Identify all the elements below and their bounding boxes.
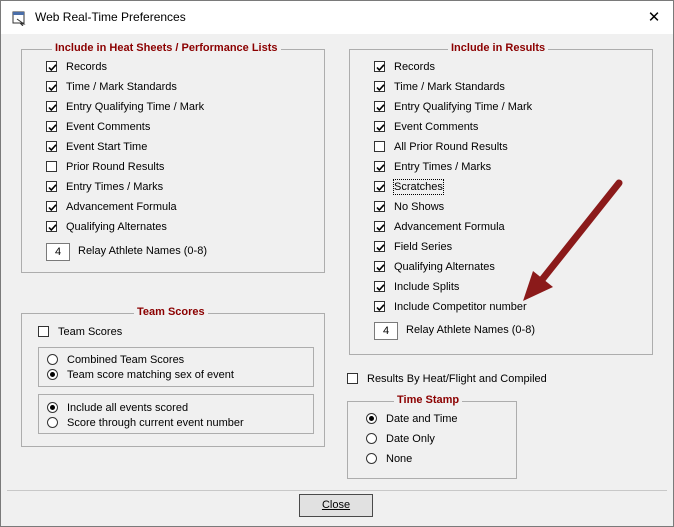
close-icon[interactable]: ✕ [641, 8, 667, 28]
results-box-10[interactable] [374, 261, 385, 272]
radio-combined[interactable] [47, 354, 58, 365]
heat-relay-label: Relay Athlete Names (0-8) [78, 245, 207, 257]
heat-sheets-group: Include in Heat Sheets / Performance Lis… [21, 42, 325, 273]
heat-box-3[interactable] [46, 121, 57, 132]
heat-box-5[interactable] [46, 161, 57, 172]
footer-divider [7, 490, 667, 491]
results-label-1: Time / Mark Standards [394, 81, 505, 93]
results-relay-label: Relay Athlete Names (0-8) [406, 324, 535, 336]
heat-label-5: Prior Round Results [66, 161, 165, 173]
results-label-7: No Shows [394, 201, 445, 213]
radio-all-events[interactable] [47, 402, 58, 413]
heat-label-7: Advancement Formula [66, 201, 177, 213]
results-box-5[interactable] [374, 161, 385, 172]
results-box-4[interactable] [374, 141, 385, 152]
results-by-heat-box[interactable] [347, 373, 358, 384]
heat-box-0[interactable] [46, 61, 57, 72]
heat-relay-input[interactable]: 4 [46, 243, 70, 261]
results-box-6[interactable] [374, 181, 385, 192]
results-box-2[interactable] [374, 101, 385, 112]
heat-label-1: Time / Mark Standards [66, 81, 177, 93]
results-label-9: Field Series [394, 241, 453, 253]
heat-box-1[interactable] [46, 81, 57, 92]
results-box-9[interactable] [374, 241, 385, 252]
heat-box-6[interactable] [46, 181, 57, 192]
team-scores-box[interactable] [38, 326, 49, 337]
heat-box-4[interactable] [46, 141, 57, 152]
radio-none-button[interactable] [366, 453, 377, 464]
results-label-10: Qualifying Alternates [394, 261, 495, 273]
radio-through-current[interactable] [47, 417, 58, 428]
title-bar[interactable]: Web Real-Time Preferences ✕ [1, 1, 673, 34]
window-title: Web Real-Time Preferences [35, 10, 186, 24]
heat-box-7[interactable] [46, 201, 57, 212]
team-score-scope-group: Include all events scored Score through … [38, 394, 314, 434]
results-box-8[interactable] [374, 221, 385, 232]
time-stamp-title: Time Stamp [394, 394, 463, 406]
results-label-12: Include Competitor number [394, 301, 527, 313]
heat-label-2: Entry Qualifying Time / Mark [66, 101, 205, 113]
team-score-type-group: Combined Team Scores Team score matching… [38, 347, 314, 387]
time-stamp-group: Time Stamp Date and Time Date Only None [347, 394, 517, 479]
results-box-1[interactable] [374, 81, 385, 92]
results-title: Include in Results [448, 42, 549, 54]
results-box-3[interactable] [374, 121, 385, 132]
results-label-11: Include Splits [394, 281, 460, 293]
team-scores-group: Team Scores Team Scores Combined Team Sc… [21, 306, 325, 447]
heat-label-6: Entry Times / Marks [66, 181, 164, 193]
radio-date[interactable] [366, 433, 377, 444]
heat-sheets-title: Include in Heat Sheets / Performance Lis… [52, 42, 281, 54]
close-button[interactable]: Close [299, 494, 373, 517]
results-label-8: Advancement Formula [394, 221, 505, 233]
results-label-0: Records [394, 61, 435, 73]
results-label-4: All Prior Round Results [394, 141, 508, 153]
results-box-7[interactable] [374, 201, 385, 212]
heat-label-3: Event Comments [66, 121, 151, 133]
results-label-2: Entry Qualifying Time / Mark [394, 101, 533, 113]
heat-box-2[interactable] [46, 101, 57, 112]
results-box-12[interactable] [374, 301, 385, 312]
radio-date-time[interactable] [366, 413, 377, 424]
results-box-11[interactable] [374, 281, 385, 292]
results-box-0[interactable] [374, 61, 385, 72]
heat-box-8[interactable] [46, 221, 57, 232]
heat-label-8: Qualifying Alternates [66, 221, 167, 233]
team-scores-title: Team Scores [134, 306, 208, 318]
results-label-5: Entry Times / Marks [394, 161, 492, 173]
results-label-6: Scratches [393, 179, 444, 195]
results-group: Include in Results Records Time / Mark St… [349, 42, 653, 355]
heat-label-0: Records [66, 61, 107, 73]
preferences-dialog: Web Real-Time Preferences ✕ Include in H… [0, 0, 674, 527]
results-relay-input[interactable]: 4 [374, 322, 398, 340]
app-icon [12, 11, 26, 26]
heat-label-4: Event Start Time [66, 141, 148, 153]
radio-matching[interactable] [47, 369, 58, 380]
results-label-3: Event Comments [394, 121, 479, 133]
